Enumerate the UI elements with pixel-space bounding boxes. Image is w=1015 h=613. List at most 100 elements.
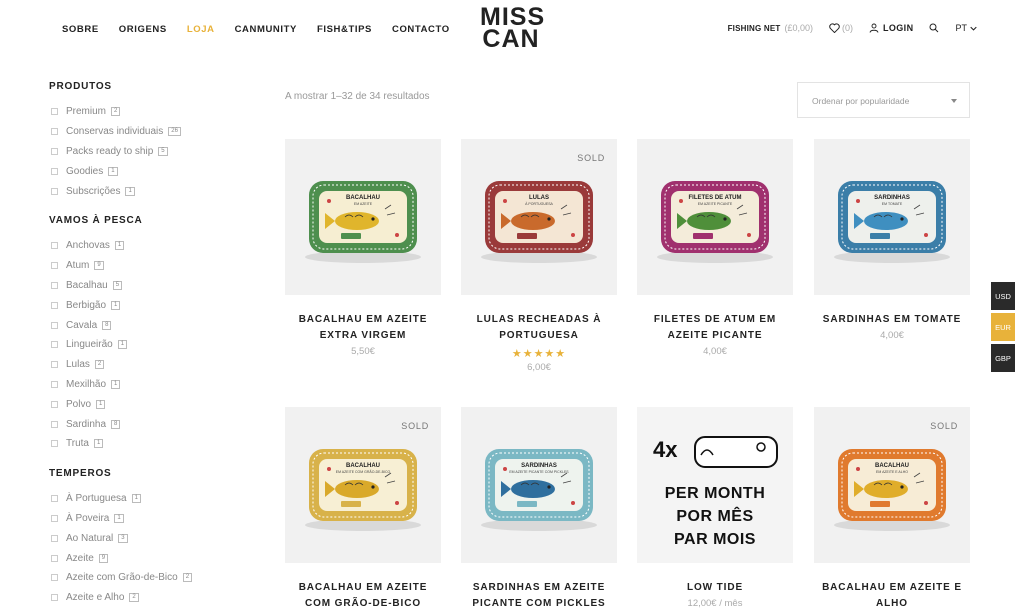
filter-checkbox[interactable] xyxy=(51,242,58,250)
filter-checkbox[interactable] xyxy=(51,281,58,289)
logo-line-2: CAN xyxy=(482,25,540,53)
product-image[interactable]: BACALHAU EM AZEITE E ALHO SOLD xyxy=(814,407,970,563)
filter-label: Truta xyxy=(66,438,89,450)
product-name[interactable]: BACALHAU EM AZEITE E ALHO xyxy=(814,580,970,612)
product-image[interactable]: BACALHAU EM AZEITE xyxy=(285,139,441,295)
filter-count: 2 xyxy=(111,107,121,117)
filter-item[interactable]: Polvo 1 xyxy=(49,394,249,414)
filter-item[interactable]: Berbigão 1 xyxy=(49,295,249,315)
filter-checkbox[interactable] xyxy=(51,167,58,175)
filter-count: 5 xyxy=(112,280,123,290)
language-selector[interactable]: PT xyxy=(955,23,977,33)
product-name[interactable]: SARDINHAS EM AZEITE PICANTE COM PICKLES xyxy=(461,580,617,612)
filter-checkbox[interactable] xyxy=(51,341,58,349)
product-image[interactable]: FILETES DE ATUM EM AZEITE PICANTE xyxy=(637,139,793,295)
filter-checkbox[interactable] xyxy=(51,361,58,369)
product-name[interactable]: BACALHAU EM AZEITE COM GRÃO-DE-BICO xyxy=(285,580,441,612)
nav-sobre[interactable]: SOBRE xyxy=(62,24,99,35)
currency-tab-usd[interactable]: USD xyxy=(991,282,1015,310)
product-name[interactable]: SARDINHAS EM TOMATE xyxy=(814,312,970,328)
filter-item[interactable]: Subscrições 1 xyxy=(49,181,249,201)
filter-item[interactable]: Lingueirão 1 xyxy=(49,335,249,355)
filter-item[interactable]: Azeite com Grão-de-Bico 2 xyxy=(49,568,249,588)
fishing-net-cart[interactable]: FISHING NET (£0,00) xyxy=(728,23,813,33)
product-card[interactable]: BACALHAU EM AZEITE BACALHAU EM AZEITE EXTR… xyxy=(285,139,441,357)
nav-loja[interactable]: LOJA xyxy=(187,24,215,35)
filter-checkbox[interactable] xyxy=(51,147,58,155)
product-card[interactable]: FILETES DE ATUM EM AZEITE PICANTE FILETES … xyxy=(637,139,793,357)
filter-checkbox[interactable] xyxy=(51,321,58,329)
filter-checkbox[interactable] xyxy=(51,380,58,388)
nav-fishtips[interactable]: FISH&TIPS xyxy=(317,24,372,35)
filter-checkbox[interactable] xyxy=(51,440,58,448)
filter-checkbox[interactable] xyxy=(51,108,58,116)
product-image[interactable]: SARDINHAS EM TOMATE xyxy=(814,139,970,295)
filter-item[interactable]: Truta 1 xyxy=(49,434,249,454)
product-card[interactable]: BACALHAU EM AZEITE E ALHO SOLD BACALHAU EM … xyxy=(814,407,970,612)
product-image[interactable]: LULAS À PORTUGUESA SOLD xyxy=(461,139,617,295)
product-card[interactable]: SARDINHAS EM AZEITE PICANTE COM PICKLES SA… xyxy=(461,407,617,612)
login-link[interactable]: LOGIN xyxy=(869,23,914,33)
filter-checkbox[interactable] xyxy=(51,594,58,602)
filter-label: Berbigão xyxy=(66,299,107,311)
filter-item[interactable]: À Poveira 1 xyxy=(49,509,249,529)
fishing-net-label: FISHING NET xyxy=(727,23,781,33)
filter-checkbox[interactable] xyxy=(51,262,58,270)
product-image[interactable]: SARDINHAS EM AZEITE PICANTE COM PICKLES xyxy=(461,407,617,563)
product-card[interactable]: BACALHAU EM AZEITE COM GRÃO-DE-BICO SOLD BA… xyxy=(285,407,441,612)
filter-count: 26 xyxy=(168,127,181,137)
filter-checkbox[interactable] xyxy=(51,301,58,309)
filter-checkbox[interactable] xyxy=(51,554,58,562)
filter-checkbox[interactable] xyxy=(51,574,58,582)
tin-label-subtitle: EM TOMATE xyxy=(881,202,903,206)
currency-tab-eur[interactable]: EUR xyxy=(991,313,1015,341)
filter-count: 1 xyxy=(111,379,121,389)
filter-item[interactable]: Bacalhau 5 xyxy=(49,276,249,296)
filter-label: À Portuguesa xyxy=(66,493,127,505)
product-card[interactable]: LULAS À PORTUGUESA SOLD LULAS RECHEADAS À P… xyxy=(461,139,617,373)
filter-item[interactable]: Packs ready to ship 5 xyxy=(49,142,249,162)
filter-item[interactable]: Goodies 1 xyxy=(49,161,249,181)
filter-item[interactable]: Conservas individuais 26 xyxy=(49,122,249,142)
filter-checkbox[interactable] xyxy=(51,400,58,408)
filter-item[interactable]: Anchovas 1 xyxy=(49,236,249,256)
nav-contacto[interactable]: CONTACTO xyxy=(392,24,450,35)
filter-checkbox[interactable] xyxy=(51,128,58,136)
product-image[interactable]: BACALHAU EM AZEITE COM GRÃO-DE-BICO SOLD xyxy=(285,407,441,563)
filter-item[interactable]: Azeite 9 xyxy=(49,548,249,568)
filter-item[interactable]: Ao Natural 3 xyxy=(49,528,249,548)
filter-label: Subscrições xyxy=(66,185,121,197)
tin-label-subtitle: EM AZEITE PICANTE xyxy=(697,202,733,206)
filter-item[interactable]: À Portuguesa 1 xyxy=(49,489,249,509)
product-name[interactable]: BACALHAU EM AZEITE EXTRA VIRGEM xyxy=(285,312,441,344)
wishlist-link[interactable]: (0) xyxy=(829,23,853,33)
product-name[interactable]: LULAS RECHEADAS À PORTUGUESA xyxy=(461,312,617,344)
filter-item[interactable]: Sardinha 8 xyxy=(49,414,249,434)
filter-item[interactable]: Lulas 2 xyxy=(49,355,249,375)
site-logo[interactable]: MISS CAN xyxy=(480,5,544,53)
filter-item[interactable]: Mexilhão 1 xyxy=(49,375,249,395)
product-name[interactable]: FILETES DE ATUM EM AZEITE PICANTE xyxy=(637,312,793,344)
nav-canmunity[interactable]: CANMUNITY xyxy=(235,24,297,35)
filter-item[interactable]: Cavala 8 xyxy=(49,315,249,335)
sidebar-section-title: VAMOS À PESCA xyxy=(49,214,143,226)
filter-item[interactable]: Premium 2 xyxy=(49,102,249,122)
product-image[interactable]: 4x PER MONTH POR MÊS PAR MOIS xyxy=(637,407,793,563)
sort-select[interactable]: Ordenar por popularidade xyxy=(797,82,970,118)
filter-item[interactable]: Azeite e Alho 2 xyxy=(49,588,249,608)
tin-label-subtitle: EM AZEITE COM GRÃO-DE-BICO xyxy=(335,470,391,474)
filter-item[interactable]: Atum 9 xyxy=(49,256,249,276)
product-name[interactable]: LOW TIDE xyxy=(637,580,793,596)
currency-tab-gbp[interactable]: GBP xyxy=(991,344,1015,372)
product-card[interactable]: SARDINHAS EM TOMATE SARDINHAS EM TOMATE 4,0… xyxy=(814,139,970,341)
search-icon xyxy=(929,23,939,33)
filter-checkbox[interactable] xyxy=(51,534,58,542)
filter-checkbox[interactable] xyxy=(51,187,58,195)
search-button[interactable] xyxy=(929,23,939,33)
filter-checkbox[interactable] xyxy=(51,420,58,428)
product-card[interactable]: 4x PER MONTH POR MÊS PAR MOIS LOW TIDE 12,00€… xyxy=(637,407,793,609)
filter-checkbox[interactable] xyxy=(51,495,58,503)
sidebar-section-title: PRODUTOS xyxy=(49,81,112,92)
filter-checkbox[interactable] xyxy=(51,514,58,522)
nav-origens[interactable]: ORIGENS xyxy=(119,24,167,35)
